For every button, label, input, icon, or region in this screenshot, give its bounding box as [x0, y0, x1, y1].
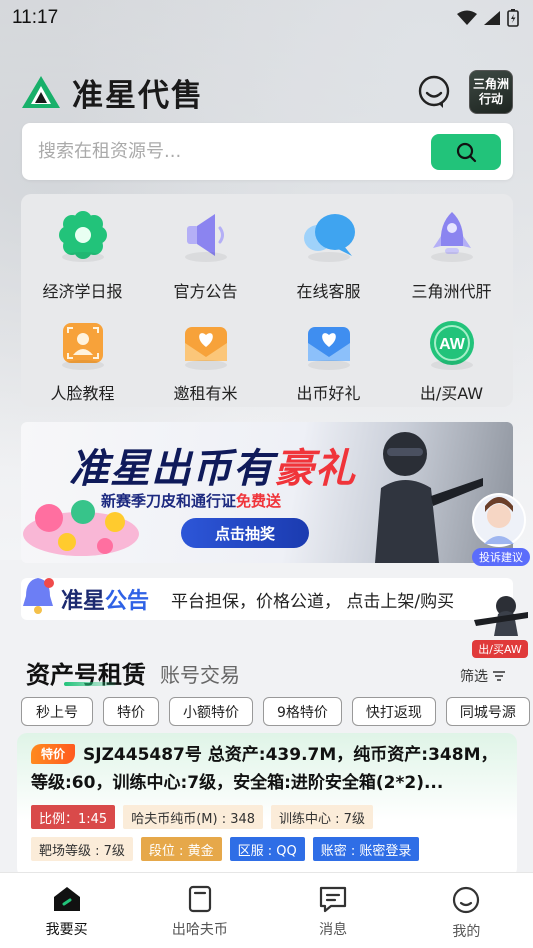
menu-label: 三角洲代肝	[411, 282, 492, 301]
menu-label: 官方公告	[173, 282, 238, 301]
nav-label: 我要买	[45, 922, 88, 938]
nav-label: 我的	[452, 924, 481, 940]
active-tab-indicator	[64, 682, 116, 686]
menu-label: 人脸教程	[50, 384, 115, 403]
brand-logo-icon	[22, 76, 60, 108]
nav-messages[interactable]: 消息	[267, 873, 400, 948]
profile-face-icon	[453, 886, 480, 914]
nav-profile[interactable]: 我的	[400, 873, 533, 948]
nav-label: 出哈夫币	[171, 922, 228, 938]
complaint-suggestion-label[interactable]: 投诉建议	[472, 548, 530, 566]
menu-label: 经济学日报	[42, 282, 123, 301]
banner-title: 准星出币有豪礼	[69, 436, 356, 494]
customer-service-icon[interactable]	[417, 75, 451, 109]
status-time: 11:17	[12, 7, 59, 28]
tag-login-type: 账密 : 账密登录	[312, 837, 420, 861]
nav-buy[interactable]: 我要买	[0, 873, 133, 948]
nav-sell-coin[interactable]: 出哈夫币	[133, 873, 266, 948]
notice-tag-a: 准星	[61, 589, 106, 614]
notice-bar[interactable]: 准星公告 平台担保，价格公道， 点击上架/购买	[21, 578, 513, 620]
banner-title-main: 准星出币有	[69, 446, 274, 492]
filter-icon	[493, 671, 505, 681]
menu-item-daily-report[interactable]: 经济学日报	[21, 204, 144, 312]
banner-subtitle-free: 免费送	[236, 492, 282, 510]
search-button[interactable]	[431, 133, 501, 170]
special-badge: 特价	[31, 744, 76, 764]
battery-icon	[507, 9, 519, 27]
game-badge-text: 三角洲 行动	[472, 77, 509, 106]
notice-tag: 准星公告	[61, 583, 149, 615]
filter-chips: 秒上号 特价 小额特价 9格特价 快打返现 同城号源	[21, 697, 530, 727]
search-icon	[456, 142, 477, 162]
menu-item-coin-gift[interactable]: 出币好礼	[267, 312, 390, 404]
chip-instant-login[interactable]: 秒上号	[21, 697, 93, 726]
chip-small-special[interactable]: 小额特价	[169, 697, 253, 726]
brand-row: 准星代售 三角洲 行动	[20, 68, 513, 116]
soldier-illustration	[375, 432, 483, 563]
listing-title-text: SJZ445487号 总资产:439.7M，纯币资产:348M，等级:60，训练…	[31, 745, 498, 793]
draw-lottery-button[interactable]: 点击抽奖	[181, 518, 309, 548]
brand-name: 准星代售	[72, 77, 204, 114]
home-icon	[53, 887, 80, 911]
chip-same-city[interactable]: 同城号源	[445, 697, 530, 726]
notice-text: 平台担保，价格公道， 点击上架/购买	[171, 591, 455, 612]
phone-box-icon	[188, 885, 211, 913]
status-bar: 11:17	[0, 0, 533, 36]
bottom-nav: 我要买 出哈夫币 消息 我的	[0, 872, 533, 948]
menu-item-official-notice[interactable]: 官方公告	[144, 204, 267, 312]
menu-item-buy-sell-aw[interactable]: AW 出/买AW	[390, 312, 513, 404]
banner-subtitle-main: 新赛季刀皮和通行证	[101, 492, 237, 510]
tab-account-trade[interactable]: 账号交易	[160, 659, 240, 690]
search-box	[22, 123, 513, 180]
wifi-icon	[457, 10, 477, 25]
menu-label: 邀租有米	[173, 384, 238, 403]
listing-card[interactable]: 特价 SJZ445487号 总资产:439.7M，纯币资产:348M，等级:60，…	[17, 733, 517, 878]
message-icon	[320, 886, 347, 913]
svg-text:AW: AW	[439, 336, 466, 353]
menu-item-invite-reward[interactable]: 邀租有米	[144, 312, 267, 404]
signal-icon	[484, 11, 500, 25]
menu-label: 在线客服	[296, 282, 361, 301]
listing-tags-row-1: 比例：1:45 哈夫币纯币(M) : 348 训练中心 : 7级	[31, 805, 503, 829]
chip-cashback[interactable]: 快打返现	[351, 697, 436, 726]
status-icons	[457, 9, 519, 27]
promo-banner[interactable]: 准星出币有豪礼 新赛季刀皮和通行证免费送 点击抽奖	[21, 422, 513, 563]
tag-pure-coin: 哈夫币纯币(M) : 348	[123, 805, 264, 829]
menu-item-delta-boost[interactable]: 三角洲代肝	[390, 204, 513, 312]
game-avatar[interactable]: 三角洲 行动	[469, 70, 513, 114]
tag-range-level: 靶场等级 : 7级	[31, 837, 133, 861]
filter-label: 筛选	[460, 669, 488, 685]
tag-rank: 段位 : 黄金	[140, 837, 222, 861]
menu-label: 出币好礼	[296, 384, 361, 403]
menu-item-online-support[interactable]: 在线客服	[267, 204, 390, 312]
menu-item-face-tutorial[interactable]: 人脸教程	[21, 312, 144, 404]
filter-button[interactable]: 筛选	[460, 666, 506, 690]
menu-label: 出/买AW	[419, 384, 484, 403]
quick-menu: 经济学日报 官方公告 在线客服 三角洲代肝 人脸教程 邀租有米 出币好礼 AW …	[21, 194, 513, 407]
notice-tag-b: 公告	[105, 589, 150, 614]
chip-9grid-special[interactable]: 9格特价	[263, 697, 342, 726]
chip-special-price[interactable]: 特价	[103, 697, 159, 726]
bell-icon	[23, 578, 54, 614]
tag-server: 区服 : QQ	[229, 837, 305, 861]
banner-subtitle: 新赛季刀皮和通行证免费送	[101, 490, 281, 511]
tag-ratio: 比例：1:45	[31, 805, 116, 829]
search-input[interactable]	[38, 141, 431, 162]
listing-tags-row-2: 靶场等级 : 7级 段位 : 黄金 区服 : QQ 账密 : 账密登录	[31, 837, 503, 861]
nav-label: 消息	[319, 922, 348, 938]
listing-title: 特价 SJZ445487号 总资产:439.7M，纯币资产:348M，等级:60，…	[31, 741, 503, 797]
tag-training-center: 训练中心 : 7级	[271, 805, 373, 829]
